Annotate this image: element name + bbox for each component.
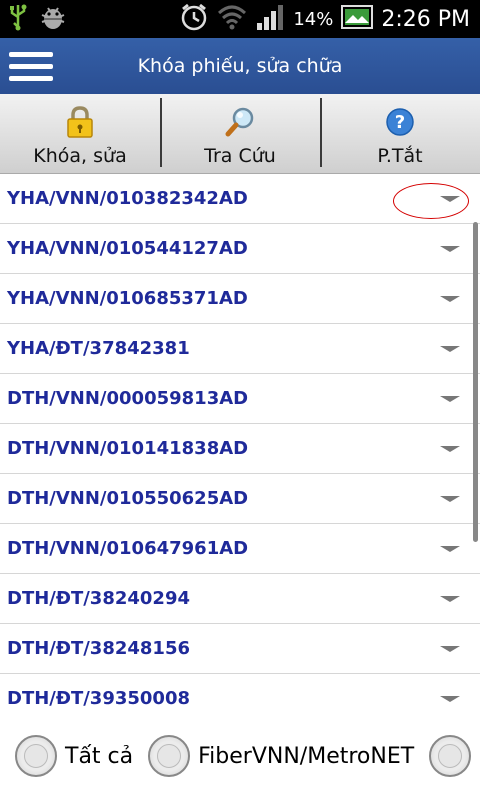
radio-button[interactable] (15, 735, 57, 777)
title-bar: Khóa phiếu, sửa chữa (0, 38, 480, 94)
chevron-down-icon[interactable] (420, 444, 480, 454)
list-item-label: YHA/ĐT/37842381 (7, 338, 190, 359)
list-item-label: DTH/VNN/010141838AD (7, 438, 249, 459)
list-item[interactable]: DTH/VNN/010647961AD (0, 524, 480, 574)
filter-option-label: Tất cả (65, 743, 134, 769)
chevron-down-icon[interactable] (420, 594, 480, 604)
list-item-label: DTH/ĐT/38248156 (7, 638, 190, 659)
list-item-label: DTH/VNN/010647961AD (7, 538, 249, 559)
list-item[interactable]: YHA/VNN/010544127AD (0, 224, 480, 274)
chevron-down-icon[interactable] (420, 544, 480, 554)
list-item[interactable]: YHA/VNN/010685371AD (0, 274, 480, 324)
list-item[interactable]: YHA/ĐT/37842381 (0, 324, 480, 374)
wifi-icon (217, 4, 247, 34)
radio-button[interactable] (429, 735, 472, 777)
list-item[interactable]: DTH/ĐT/39350008 (0, 674, 480, 710)
status-bar: 14% 2:26 PM (0, 0, 480, 38)
magnifier-icon (223, 105, 257, 139)
ticket-list: YHA/VNN/010382342AD YHA/VNN/010544127AD … (0, 174, 480, 710)
list-scrollbar[interactable] (473, 222, 478, 542)
list-item-label: DTH/ĐT/39350008 (7, 688, 190, 709)
list-item[interactable]: DTH/VNN/010141838AD (0, 424, 480, 474)
lock-icon (63, 105, 97, 139)
toolbar: Khóa, sửa Tra Cứu ? P.Tắt (0, 94, 480, 174)
list-item-label: DTH/VNN/000059813AD (7, 388, 249, 409)
filter-option-fibervnn[interactable]: FiberVNN/MetroNET (148, 735, 414, 777)
list-item-label: YHA/VNN/010382342AD (7, 188, 248, 209)
android-debug-icon (38, 3, 68, 35)
clock: 2:26 PM (381, 6, 470, 32)
annotation-highlight-ellipse (393, 183, 469, 219)
filter-radio-group: Tất cả FiberVNN/MetroNET F (0, 712, 480, 800)
shortcut-label: P.Tắt (377, 145, 423, 167)
radio-button[interactable] (148, 735, 191, 777)
chevron-down-icon[interactable] (420, 694, 480, 704)
signal-icon (255, 3, 285, 35)
lock-repair-label: Khóa, sửa (33, 145, 127, 167)
lock-repair-button[interactable]: Khóa, sửa (0, 94, 160, 173)
filter-option-all[interactable]: Tất cả (15, 735, 133, 777)
filter-option-third[interactable]: F (429, 735, 480, 777)
filter-option-label: FiberVNN/MetroNET (198, 743, 415, 769)
chevron-down-icon[interactable] (420, 394, 480, 404)
alarm-icon (179, 2, 209, 36)
lookup-button[interactable]: Tra Cứu (160, 94, 320, 173)
help-icon: ? (383, 105, 417, 139)
hamburger-menu-icon[interactable] (0, 38, 62, 94)
list-item-label: DTH/ĐT/38240294 (7, 588, 190, 609)
chevron-down-icon[interactable] (420, 244, 480, 254)
list-item-label: YHA/VNN/010544127AD (7, 238, 248, 259)
list-item-label: DTH/VNN/010550625AD (7, 488, 249, 509)
page-title: Khóa phiếu, sửa chữa (137, 55, 343, 77)
list-item[interactable]: DTH/ĐT/38240294 (0, 574, 480, 624)
chevron-down-icon[interactable] (420, 344, 480, 354)
list-item[interactable]: DTH/VNN/000059813AD (0, 374, 480, 424)
chevron-down-icon[interactable] (420, 644, 480, 654)
lookup-label: Tra Cứu (204, 145, 276, 167)
usb-icon (8, 3, 28, 35)
chevron-down-icon[interactable] (420, 294, 480, 304)
shortcut-button[interactable]: ? P.Tắt (320, 94, 480, 173)
list-item-label: YHA/VNN/010685371AD (7, 288, 248, 309)
image-notification-icon (341, 5, 374, 33)
list-item[interactable]: DTH/VNN/010550625AD (0, 474, 480, 524)
list-item[interactable]: DTH/ĐT/38248156 (0, 624, 480, 674)
svg-text:?: ? (395, 112, 405, 133)
chevron-down-icon[interactable] (420, 494, 480, 504)
battery-percent: 14% (293, 8, 334, 30)
